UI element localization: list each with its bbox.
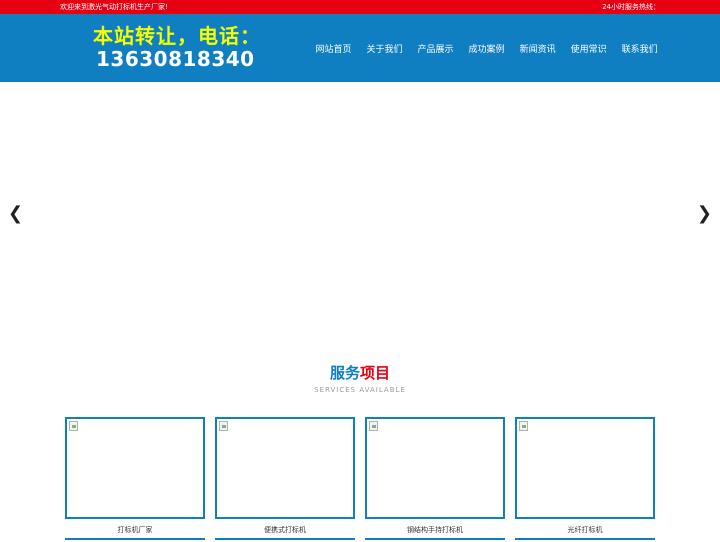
nav-item-contact[interactable]: 联系我们 <box>614 42 665 55</box>
services-title-part2: 项目 <box>360 364 391 382</box>
banner-slider: ❮ ❯ <box>0 82 720 350</box>
next-row-card-edge <box>65 538 205 542</box>
nav-item-news[interactable]: 新闻资讯 <box>512 42 563 55</box>
broken-image-icon <box>69 421 78 431</box>
nav-item-products[interactable]: 产品展示 <box>410 42 461 55</box>
broken-image-icon <box>219 421 228 431</box>
top-bar: 欢迎来到激光气动打标机生产厂家! 24小时服务热线： <box>0 0 720 14</box>
nav-item-cases[interactable]: 成功案例 <box>461 42 512 55</box>
main-nav: 网站首页 关于我们 产品展示 成功案例 新闻资讯 使用常识 联系我们 <box>308 14 665 82</box>
service-card-image[interactable] <box>215 417 355 519</box>
chevron-left-icon[interactable]: ❮ <box>8 204 23 224</box>
nav-item-home[interactable]: 网站首页 <box>308 42 359 55</box>
welcome-text: 欢迎来到激光气动打标机生产厂家! <box>60 3 168 11</box>
nav-item-about[interactable]: 关于我们 <box>359 42 410 55</box>
chevron-right-icon[interactable]: ❯ <box>697 204 712 224</box>
service-card[interactable]: 钢结构手持打标机 <box>365 417 505 540</box>
logo-phone-number[interactable]: 13630818340 <box>96 47 255 71</box>
service-card-caption[interactable]: 钢结构手持打标机 <box>365 525 505 535</box>
next-row-card-edge <box>365 538 505 542</box>
service-card[interactable]: 光纤打标机 <box>515 417 655 540</box>
logo-text-line1[interactable]: 本站转让，电话： <box>93 20 261 49</box>
service-card-image[interactable] <box>365 417 505 519</box>
nav-item-knowledge[interactable]: 使用常识 <box>563 42 614 55</box>
hotline-text: 24小时服务热线： <box>602 3 660 11</box>
services-title: 服务项目 <box>0 362 720 383</box>
broken-image-icon <box>519 421 528 431</box>
next-row-card-edge <box>215 538 355 542</box>
service-card-caption[interactable]: 光纤打标机 <box>515 525 655 535</box>
service-card-image[interactable] <box>515 417 655 519</box>
service-card-caption[interactable]: 打标机厂家 <box>65 525 205 535</box>
service-card-image[interactable] <box>65 417 205 519</box>
service-card-caption[interactable]: 便携式打标机 <box>215 525 355 535</box>
broken-image-icon <box>369 421 378 431</box>
services-subtitle: SERVICES AVAILABLE <box>314 386 406 394</box>
next-row-card-edge <box>515 538 655 542</box>
service-card[interactable]: 便携式打标机 <box>215 417 355 540</box>
service-card[interactable]: 打标机厂家 <box>65 417 205 540</box>
services-title-part1: 服务 <box>329 364 360 382</box>
